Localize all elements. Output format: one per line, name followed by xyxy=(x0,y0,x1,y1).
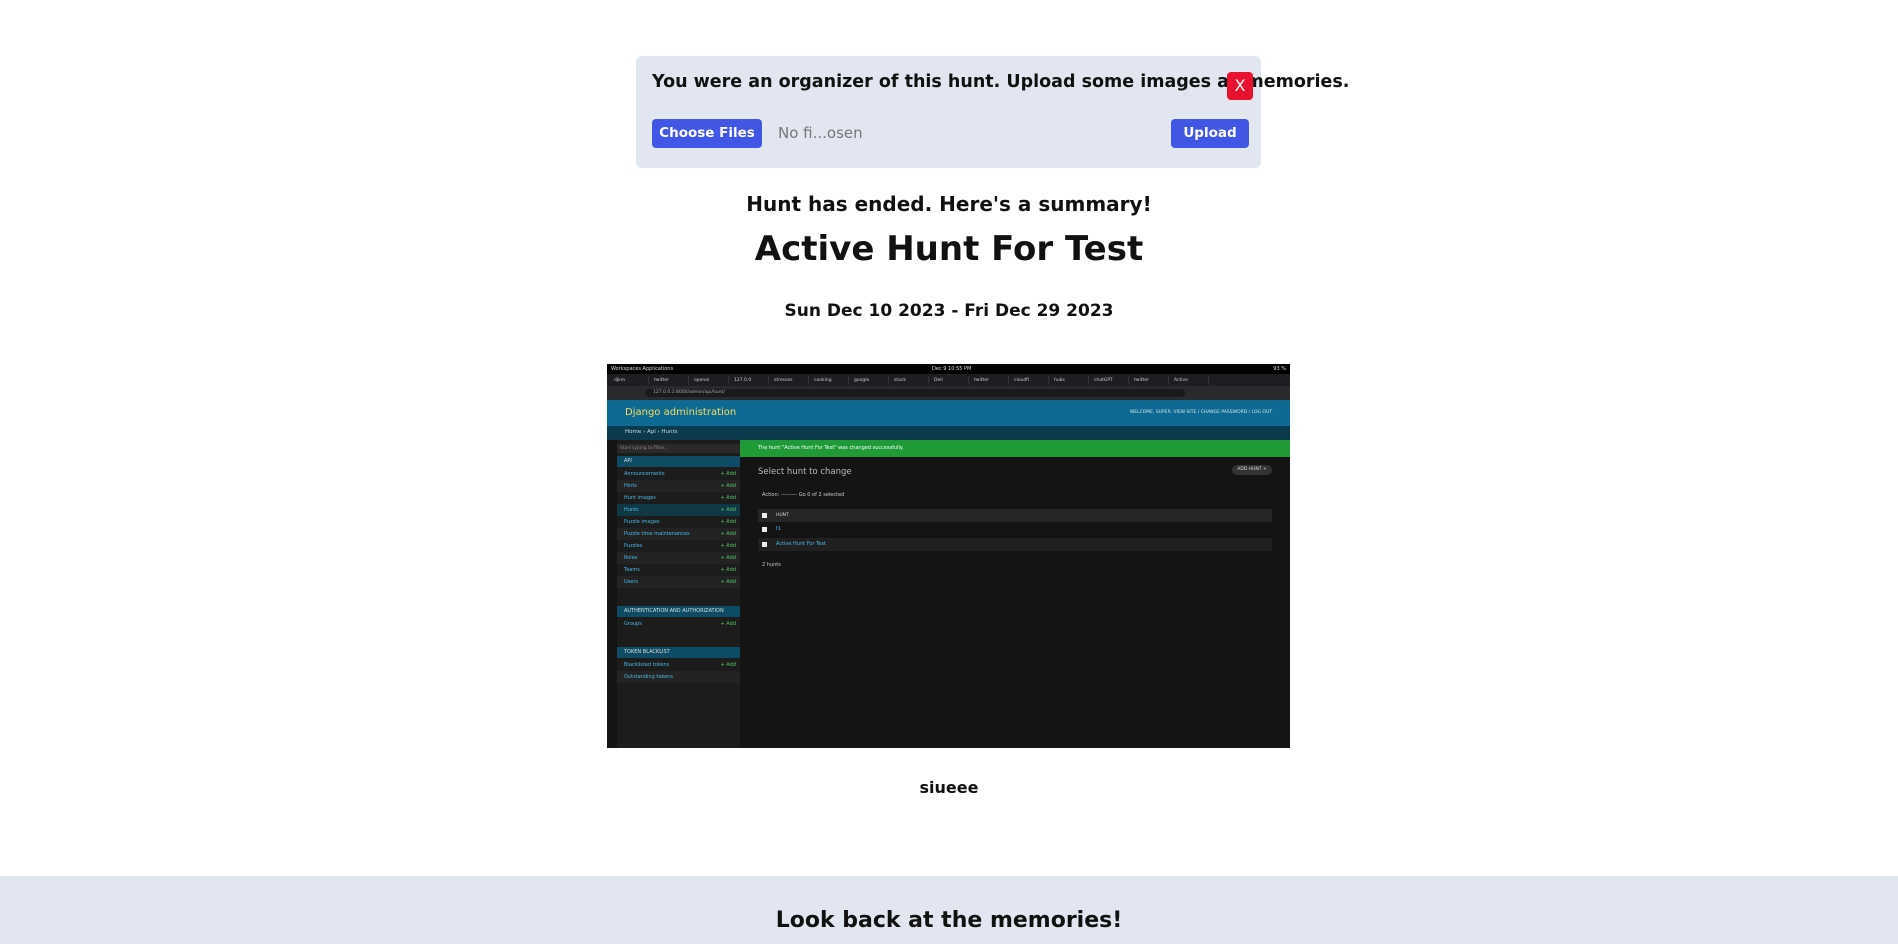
sidebar-header-token: TOKEN BLACKLIST xyxy=(617,647,740,658)
browser-tab: twitter xyxy=(971,376,1009,385)
os-menu: Workspaces Applications xyxy=(611,366,674,372)
breadcrumb-text: Home › Api › Hunts xyxy=(625,429,678,435)
browser-tab: openai xyxy=(691,376,729,385)
os-battery: 93 % xyxy=(1273,366,1286,372)
browser-address-bar: 127.0.0.1:8000/admin/api/hunt/ xyxy=(607,386,1290,400)
os-clock: Dec 9 10:55 PM xyxy=(932,366,972,372)
sidebar-item: Users + Add xyxy=(617,576,740,588)
browser-tab: Active xyxy=(1171,376,1209,385)
hunt-dates: Sun Dec 10 2023 - Fri Dec 29 2023 xyxy=(784,301,1114,321)
hunt-ended-text: Hunt has ended. Here's a summary! xyxy=(746,192,1152,216)
browser-url: 127.0.0.1:8000/admin/api/hunt/ xyxy=(645,389,1185,397)
sidebar-item: Outstanding tokens xyxy=(617,671,740,683)
select-hunt-title: Select hunt to change xyxy=(758,467,852,477)
upload-button[interactable]: Upload xyxy=(1171,119,1249,148)
browser-tab: hubs xyxy=(1051,376,1089,385)
browser-tab: stack xyxy=(891,376,929,385)
browser-tab: Dell xyxy=(931,376,969,385)
sidebar-item: Blacklisted tokens + Add xyxy=(624,662,736,668)
admin-breadcrumbs: Home › Api › Hunts xyxy=(607,426,1290,440)
browser-tab: twitter xyxy=(1131,376,1169,385)
sidebar-item: Puzzles + Add xyxy=(624,543,736,549)
sidebar-item: Puzzle time maintenances + Add xyxy=(617,528,740,540)
upload-memories-card: You were an organizer of this hunt. Uplo… xyxy=(636,56,1349,168)
browser-tab: google xyxy=(851,376,889,385)
admin-main: The hunt "Active Hunt For Test" was chan… xyxy=(740,440,1290,748)
sidebar-item: Hints + Add xyxy=(617,480,740,492)
add-hunt-button: ADD HUNT + xyxy=(1232,465,1272,475)
close-button[interactable]: X xyxy=(1227,72,1253,100)
sidebar-filter: Start typing to filter... xyxy=(617,444,740,453)
sidebar-item: Teams + Add xyxy=(624,567,736,573)
memory-image: Workspaces Applications Dec 9 10:55 PM 9… xyxy=(607,364,1290,748)
checkbox-icon xyxy=(762,527,767,532)
table-row: Active Hunt For Test xyxy=(758,538,1272,551)
browser-tab: twitter xyxy=(651,376,689,385)
browser-tab-bar: djkm twitter openai 127.0.0 stresses coo… xyxy=(607,374,1290,386)
browser-tab: cloudfl xyxy=(1011,376,1049,385)
image-caption: siueee xyxy=(919,778,979,797)
sidebar-item: Groups + Add xyxy=(624,621,736,627)
table-row: t1 xyxy=(758,523,1272,536)
memories-section: Look back at the memories! xyxy=(0,876,1898,944)
os-top-bar: Workspaces Applications Dec 9 10:55 PM 9… xyxy=(607,364,1290,374)
admin-header: Django administration WELCOME, SUPER. VI… xyxy=(607,400,1290,426)
browser-tab: stresses xyxy=(771,376,809,385)
memories-heading: Look back at the memories! xyxy=(775,908,1123,933)
admin-user-links: WELCOME, SUPER. VIEW SITE / CHANGE PASSW… xyxy=(1129,410,1272,415)
sidebar-item: Hunt images + Add xyxy=(624,495,736,501)
browser-tab: chatGPT xyxy=(1091,376,1129,385)
browser-tab: cooking xyxy=(811,376,849,385)
sidebar-item: Roles + Add xyxy=(617,552,740,564)
admin-sidebar: Start typing to filter... API Announceme… xyxy=(617,440,740,748)
sidebar-item: Hunts + Add xyxy=(617,504,740,516)
actions-bar: Action: --------- Go 0 of 2 selected xyxy=(762,492,845,498)
browser-tab: 127.0.0 xyxy=(731,376,769,385)
sidebar-header-api: API xyxy=(617,456,740,467)
hunt-title: Active Hunt For Test xyxy=(754,229,1144,269)
sidebar-item: Puzzle images + Add xyxy=(624,519,736,525)
result-count: 2 hunts xyxy=(762,562,781,568)
sidebar-header-auth: AUTHENTICATION AND AUTHORIZATION xyxy=(617,606,740,617)
success-message: The hunt "Active Hunt For Test" was chan… xyxy=(740,440,1290,457)
admin-title: Django administration xyxy=(625,407,737,418)
selected-file-name: No fi...osen xyxy=(778,124,863,142)
table-header: HUNT xyxy=(758,509,1272,522)
choose-files-button[interactable]: Choose Files xyxy=(652,119,762,148)
checkbox-icon xyxy=(762,513,767,518)
browser-tab: djkm xyxy=(611,376,649,385)
checkbox-icon xyxy=(762,542,767,547)
sidebar-item: Announcements + Add xyxy=(624,471,736,477)
